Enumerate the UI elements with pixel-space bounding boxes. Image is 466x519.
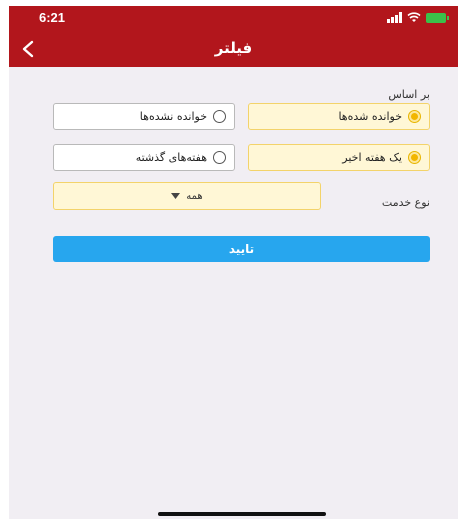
- phone-screen: 6:21 فیلتر بر اساس خوانده شده‌ها خوانده …: [9, 6, 458, 519]
- service-type-dropdown[interactable]: همه: [53, 182, 321, 210]
- option-past-weeks-label: هفته‌های گذشته: [135, 151, 207, 164]
- home-indicator: [158, 512, 326, 516]
- status-bar: 6:21: [9, 6, 458, 30]
- option-unread-label: خوانده نشده‌ها: [139, 110, 207, 123]
- option-last-week-label: یک هفته اخیر: [342, 151, 402, 164]
- caret-down-icon: [171, 193, 181, 199]
- app-bar: فیلتر: [9, 30, 458, 67]
- radio-selected-icon: [408, 110, 421, 123]
- option-past-weeks[interactable]: هفته‌های گذشته: [53, 144, 235, 171]
- option-unread[interactable]: خوانده نشده‌ها: [53, 103, 235, 130]
- based-on-label: بر اساس: [388, 88, 430, 101]
- radio-selected-icon: [408, 151, 421, 164]
- service-type-value: همه: [186, 190, 203, 202]
- battery-charging-icon: [426, 12, 449, 23]
- status-time: 6:21: [39, 10, 66, 25]
- service-type-label: نوع خدمت: [381, 196, 430, 209]
- signal-icon: [387, 12, 402, 23]
- option-read[interactable]: خوانده شده‌ها: [248, 103, 430, 130]
- confirm-button[interactable]: تایید: [53, 236, 430, 262]
- wifi-icon: [407, 12, 421, 22]
- status-icons: [387, 12, 449, 23]
- radio-unselected-icon: [213, 110, 226, 123]
- option-last-week[interactable]: یک هفته اخیر: [248, 144, 430, 171]
- page-title: فیلتر: [214, 39, 253, 57]
- option-read-label: خوانده شده‌ها: [338, 110, 402, 123]
- radio-unselected-icon: [213, 151, 226, 164]
